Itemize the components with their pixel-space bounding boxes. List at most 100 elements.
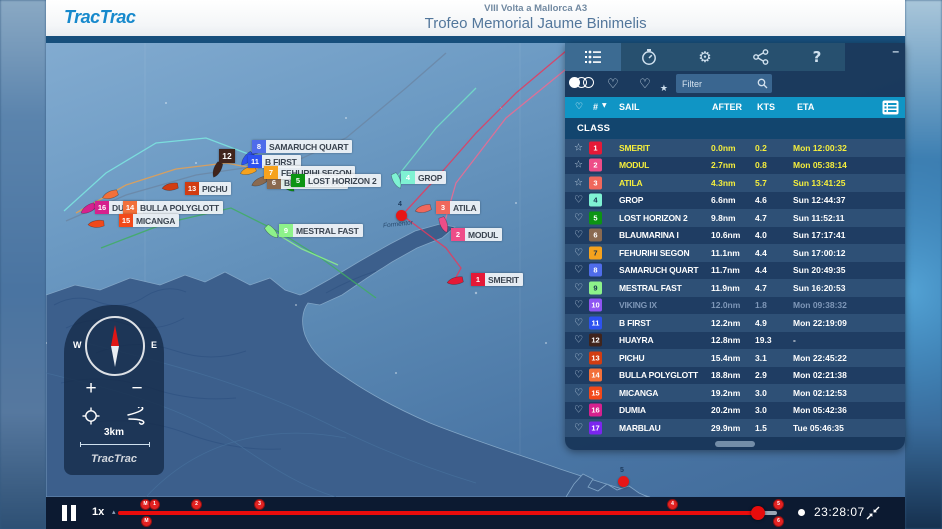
- playback-speed[interactable]: 1x: [92, 506, 104, 518]
- wind-icon[interactable]: [126, 407, 146, 425]
- table-row[interactable]: ☆ 3 ATILA 4.3nm 5.7 Sun 13:41:25: [565, 174, 905, 192]
- favorite-icon[interactable]: ♡: [574, 387, 583, 398]
- panel-drag-handle[interactable]: [715, 441, 755, 447]
- table-row[interactable]: ♡ 7 FEHURIHI SEGON 11.1nm 4.4 Sun 17:00:…: [565, 244, 905, 262]
- timeline-mark-label: 5: [774, 500, 783, 509]
- timeline-mark[interactable]: 1: [149, 499, 160, 510]
- locate-icon[interactable]: [82, 407, 100, 425]
- table-row[interactable]: ♡ 16 DUMIA 20.2nm 3.0 Mon 05:42:36: [565, 402, 905, 420]
- boat-map-label[interactable]: 9 MESTRAL FAST: [279, 224, 363, 237]
- boat-map-label[interactable]: 3 ATILA: [436, 201, 480, 214]
- tab-leaderboard[interactable]: [565, 43, 621, 71]
- timeline-mark[interactable]: 6: [773, 516, 784, 527]
- favorite-icon[interactable]: ♡: [574, 317, 583, 328]
- favorite-column-icon[interactable]: ♡: [575, 102, 583, 112]
- favorite-icon[interactable]: ♡: [574, 352, 583, 363]
- favorite-icon[interactable]: ♡: [574, 370, 583, 381]
- boat-map-label[interactable]: 1 SMERIT: [471, 273, 523, 286]
- boat-map-label[interactable]: 8 SAMARUCH QUART: [252, 140, 352, 153]
- table-row[interactable]: ☆ 2 MODUL 2.7nm 0.8 Mon 05:38:14: [565, 157, 905, 175]
- timeline-playhead[interactable]: [751, 506, 765, 520]
- table-row[interactable]: ♡ 15 MICANGA 19.2nm 3.0 Mon 02:12:53: [565, 384, 905, 402]
- boat-map-label[interactable]: 13 PICHU: [185, 182, 231, 195]
- timeline-played[interactable]: [118, 511, 758, 515]
- boat-map-label[interactable]: 4 GROP: [401, 171, 446, 184]
- sail-name: VIKING IX: [619, 300, 657, 310]
- favorite-icon[interactable]: ♡: [574, 422, 583, 433]
- table-row[interactable]: ♡ 10 VIKING IX 12.0nm 1.8 Mon 09:38:32: [565, 297, 905, 315]
- table-row[interactable]: ♡ 11 B FIRST 12.2nm 4.9 Mon 22:19:09: [565, 314, 905, 332]
- favorite-icon[interactable]: ♡: [574, 212, 583, 223]
- help-icon: ?: [813, 48, 822, 66]
- favorite-icon[interactable]: ♡: [574, 247, 583, 258]
- boat-map-label[interactable]: 12: [219, 149, 235, 162]
- tab-timer[interactable]: [621, 43, 677, 71]
- favorite-icon[interactable]: ♡: [574, 300, 583, 311]
- tractrac-app: TracTrac VIII Volta a Mallorca A3 Trofeo…: [46, 0, 905, 529]
- table-row[interactable]: ♡ 9 MESTRAL FAST 11.9nm 4.7 Sun 16:20:53: [565, 279, 905, 297]
- boat-name: MESTRAL FAST: [293, 226, 359, 236]
- timeline-mark[interactable]: 4: [667, 499, 678, 510]
- favorite-icon[interactable]: ♡: [574, 195, 583, 206]
- timeline-mark[interactable]: 3: [254, 499, 265, 510]
- sail-column-header[interactable]: SAIL: [619, 102, 640, 112]
- table-row[interactable]: ♡ 13 PICHU 15.4nm 3.1 Mon 22:45:22: [565, 349, 905, 367]
- table-row[interactable]: ♡ 8 SAMARUCH QUART 11.7nm 4.4 Sun 20:49:…: [565, 262, 905, 280]
- boat-shape[interactable]: [414, 204, 431, 215]
- tab-share[interactable]: [733, 43, 789, 71]
- course-mark[interactable]: 5: [618, 476, 629, 487]
- favorite-icon[interactable]: ♡: [574, 282, 583, 293]
- trails-toggle[interactable]: [565, 75, 597, 93]
- course-mark-dot: [618, 476, 629, 487]
- favorite-icon[interactable]: ♡: [574, 230, 583, 241]
- rank-column-header[interactable]: #: [593, 102, 598, 112]
- tab-help[interactable]: ?: [789, 43, 845, 71]
- pause-button[interactable]: [62, 505, 78, 521]
- collapse-icon[interactable]: [866, 506, 880, 520]
- boat-shape[interactable]: [210, 161, 223, 178]
- table-row[interactable]: ♡ 5 LOST HORIZON 2 9.8nm 4.7 Sun 11:52:1…: [565, 209, 905, 227]
- kts-column-header[interactable]: KTS: [757, 102, 775, 112]
- list-view-icon[interactable]: [882, 100, 899, 115]
- timeline-mark[interactable]: M: [141, 516, 152, 527]
- table-row[interactable]: ♡ 12 HUAYRA 12.8nm 19.3 -: [565, 332, 905, 350]
- boat-map-label[interactable]: 5 LOST HORIZON 2: [291, 174, 381, 187]
- zoom-in-button[interactable]: +: [78, 379, 104, 401]
- event-titles: VIII Volta a Mallorca A3 Trofeo Memorial…: [425, 3, 647, 32]
- sort-caret-icon[interactable]: ▼: [602, 102, 607, 109]
- tab-settings[interactable]: ⚙: [677, 43, 733, 71]
- eta-value: Sun 11:52:11: [793, 213, 845, 223]
- kts-value: 4.4: [755, 248, 767, 258]
- boat-map-label[interactable]: 2 MODUL: [451, 228, 502, 241]
- table-row[interactable]: ☆ 1 SMERIT 0.0nm 0.2 Mon 12:00:32: [565, 139, 905, 157]
- table-row[interactable]: ♡ 14 BULLA POLYGLOTT 18.8nm 2.9 Mon 02:2…: [565, 367, 905, 385]
- favorite-icon[interactable]: ☆: [574, 177, 583, 188]
- table-header: ♡ # ▼ SAIL AFTER KTS ETA: [565, 97, 905, 118]
- favorite-icon[interactable]: ♡: [574, 335, 583, 346]
- favorite-icon[interactable]: ♡: [574, 265, 583, 276]
- track-line: [397, 88, 476, 177]
- favorite-icon[interactable]: ☆: [574, 160, 583, 171]
- table-row[interactable]: ♡ 6 BLAUMARINA I 10.6nm 4.0 Sun 17:17:41: [565, 227, 905, 245]
- compass[interactable]: W E: [85, 316, 145, 376]
- track-line: [402, 51, 566, 279]
- favorites-star-toggle[interactable]: ♡★: [629, 77, 661, 92]
- after-column-header[interactable]: AFTER: [712, 102, 742, 112]
- boat-map-label[interactable]: 15 MICANGA: [119, 214, 179, 227]
- boat-shape[interactable]: [88, 220, 105, 228]
- timeline-mark[interactable]: 5: [773, 499, 784, 510]
- filter-input[interactable]: [680, 78, 757, 90]
- panel-minimize-button[interactable]: –: [892, 44, 899, 58]
- favorite-icon[interactable]: ♡: [574, 405, 583, 416]
- favorite-icon[interactable]: ☆: [574, 142, 583, 153]
- boat-map-label[interactable]: 14 BULLA POLYGLOTT: [123, 201, 223, 214]
- eta-column-header[interactable]: ETA: [797, 102, 814, 112]
- zoom-out-button[interactable]: −: [124, 379, 150, 401]
- favorites-toggle[interactable]: ♡: [597, 77, 629, 92]
- table-row[interactable]: ♡ 4 GROP 6.6nm 4.6 Sun 12:44:37: [565, 192, 905, 210]
- boat-shape[interactable]: [446, 276, 463, 286]
- table-row[interactable]: ♡ 17 MARBLAU 29.9nm 1.5 Tue 05:46:35: [565, 419, 905, 437]
- tractrac-logo[interactable]: TracTrac: [64, 7, 135, 28]
- timeline-mark[interactable]: 2: [191, 499, 202, 510]
- letterbox-right: [905, 0, 942, 529]
